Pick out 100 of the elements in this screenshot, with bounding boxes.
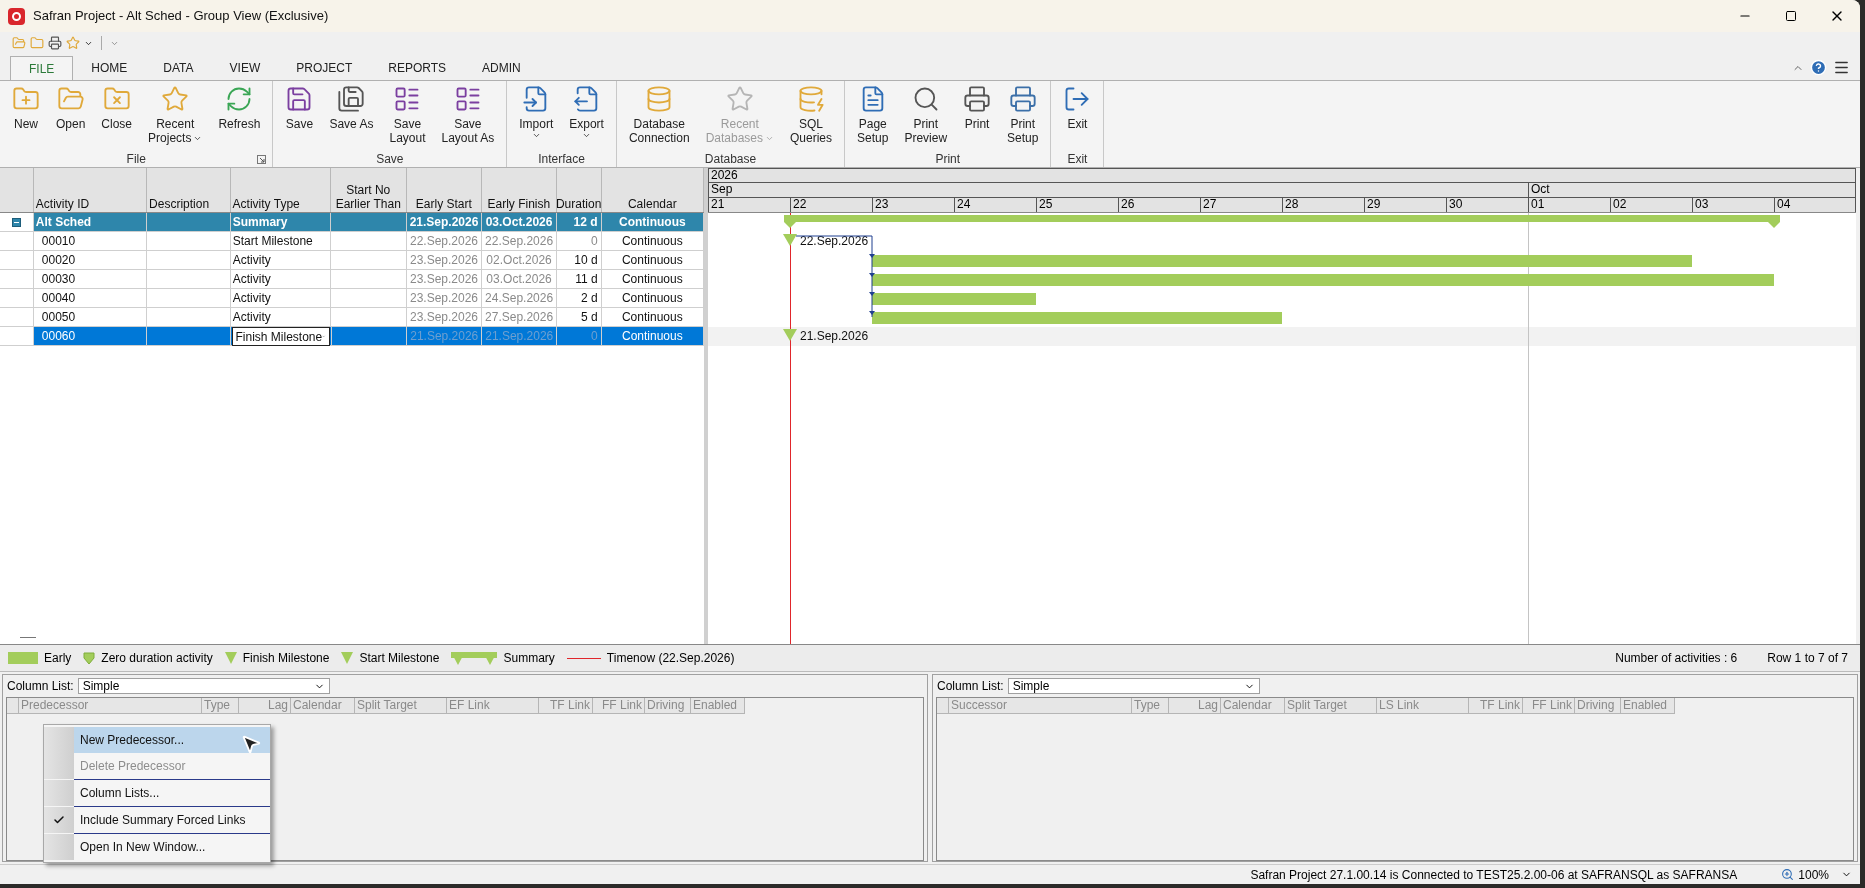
milestone-label: 22.Sep.2026 xyxy=(800,233,869,250)
ribbon-tab[interactable]: DATA xyxy=(145,56,212,80)
ribbon-group-label: Print xyxy=(935,151,961,168)
table-cell: 00010 xyxy=(41,234,76,248)
menu-item[interactable]: Column Lists... xyxy=(44,780,270,806)
column-header[interactable]: Activity Type xyxy=(230,168,331,212)
ribbon-button[interactable]: Save Layout xyxy=(381,81,434,151)
ribbon-button[interactable]: Print Setup xyxy=(999,81,1047,151)
ribbon-tab[interactable]: ADMIN xyxy=(464,56,539,80)
ribbon-button[interactable]: Save xyxy=(277,81,322,151)
row-range: Row 1 to 7 of 7 xyxy=(1767,650,1849,667)
column-header[interactable]: Activity ID xyxy=(33,168,148,212)
table-row[interactable]: 00020 Activity 23.Sep.2026 02.Oct.2026 10 d Continuous xyxy=(0,251,704,270)
ribbon-tab[interactable]: VIEW xyxy=(211,56,279,80)
menu-icon[interactable] xyxy=(1833,59,1850,76)
column-header[interactable]: Start No Earlier Than xyxy=(331,168,407,212)
table-cell: 23.Sep.2026 xyxy=(409,253,479,267)
activity-type-dropdown[interactable]: Finish Milestone xyxy=(231,327,330,346)
table-cell: Continuous xyxy=(621,234,683,248)
ribbon-tab[interactable]: HOME xyxy=(73,56,146,80)
ribbon-button[interactable]: Save Layout As xyxy=(433,81,503,151)
table-cell: Activity xyxy=(232,272,271,286)
printer-icon xyxy=(963,85,992,113)
ribbon-group-label: Save xyxy=(376,151,404,168)
table-row[interactable]: 00060 Finish Milestone 21.Sep.2026 21.Sep.2026 0 Continuous xyxy=(0,327,704,346)
ribbon-tab[interactable]: REPORTS xyxy=(370,56,465,80)
table-cell: 27.Sep.2026 xyxy=(485,310,554,324)
ribbon-tab[interactable]: FILE xyxy=(10,56,74,80)
ribbon-group-label: Exit xyxy=(1067,151,1088,168)
zoom-level[interactable]: 100% xyxy=(1798,865,1829,884)
milestone-icon xyxy=(224,652,237,664)
timeline-day: 23 xyxy=(875,197,889,211)
maximize-icon xyxy=(1785,10,1797,22)
table-cell: Summary xyxy=(232,215,288,229)
ribbon-group-label: Interface xyxy=(538,151,585,168)
activity-count: Number of activities : 6 xyxy=(1615,650,1738,667)
ribbon-button[interactable]: Exit xyxy=(1055,81,1100,151)
column-list-dropdown[interactable]: Simple xyxy=(77,678,330,694)
table-cell: Continuous xyxy=(621,310,683,324)
ribbon-button[interactable]: Page Setup xyxy=(849,81,897,151)
ribbon-button[interactable]: New xyxy=(4,81,48,151)
column-header[interactable]: Early Start xyxy=(406,168,483,212)
caret-icon xyxy=(531,131,541,140)
table-row[interactable]: 00040 Activity 23.Sep.2026 24.Sep.2026 2 d Continuous xyxy=(0,289,704,308)
early-bar-swatch xyxy=(8,652,38,664)
column-header[interactable]: Duration xyxy=(556,168,602,212)
ribbon-button[interactable]: Database Connection xyxy=(620,81,698,151)
caret-icon xyxy=(582,131,592,140)
timeline-day: 02 xyxy=(1613,197,1627,211)
timeline-day: 30 xyxy=(1449,197,1463,211)
menu-item[interactable]: New Predecessor... xyxy=(44,727,270,753)
column-header[interactable]: Description xyxy=(147,168,231,212)
status-text: Safran Project 27.1.00.14 is Connected to TEST25.2.00-06 at SAFRANSQL as SAFRANSA xyxy=(1250,866,1738,884)
table-cell: 00060 xyxy=(41,329,76,343)
ribbon-tab[interactable]: PROJECT xyxy=(278,56,371,80)
table-row[interactable]: 00050 Activity 23.Sep.2026 27.Sep.2026 5 d Continuous xyxy=(0,308,704,327)
column-list-label: Column List: xyxy=(937,678,1004,695)
ribbon-button[interactable]: Export xyxy=(561,81,612,151)
table-cell: Continuous xyxy=(622,329,683,343)
table-cell: 23.Sep.2026 xyxy=(409,310,479,324)
ribbon-button[interactable]: Import xyxy=(511,81,562,151)
ribbon-button[interactable]: Print Preview xyxy=(896,81,956,151)
table-cell: 23.Sep.2026 xyxy=(409,291,479,305)
ribbon-button[interactable]: Open xyxy=(48,81,94,151)
printer-icon[interactable] xyxy=(48,36,62,50)
table-cell: Continuous xyxy=(621,272,683,286)
timeline-day: 24 xyxy=(957,197,971,211)
timeline-day: 26 xyxy=(1121,197,1135,211)
ribbon-button[interactable]: SQL Queries xyxy=(782,81,841,151)
column-list-label: Column List: xyxy=(7,678,74,695)
table-row[interactable]: Alt Sched Summary 21.Sep.2026 03.Oct.2026 12 d Continuous xyxy=(0,213,704,232)
summary-swatch xyxy=(451,651,498,665)
table-row[interactable]: 00010 Start Milestone 22.Sep.2026 22.Sep.2026 0 Continuous xyxy=(0,232,704,251)
table-cell: Activity xyxy=(232,310,271,324)
ribbon-button[interactable]: Close xyxy=(93,81,141,151)
ribbon-button[interactable]: Refresh xyxy=(210,81,269,151)
menu-item[interactable]: Open In New Window... xyxy=(44,834,270,860)
collapse-icon[interactable] xyxy=(11,217,21,227)
timeline-day: 28 xyxy=(1285,197,1299,211)
ribbon-button[interactable]: Save As xyxy=(321,81,382,151)
table-row[interactable]: 00030 Activity 23.Sep.2026 03.Oct.2026 11 d Continuous xyxy=(0,270,704,289)
column-header[interactable]: Calendar xyxy=(601,168,704,212)
table-cell: 21.Sep.2026 xyxy=(485,329,554,343)
column-list-dropdown[interactable]: Simple xyxy=(1007,678,1260,694)
help-icon[interactable] xyxy=(1810,59,1827,76)
star-icon[interactable] xyxy=(66,36,80,50)
menu-item[interactable]: Include Summary Forced Links xyxy=(44,807,270,833)
table-cell: 21.Sep.2026 xyxy=(409,215,479,229)
column-header[interactable]: Early Finish xyxy=(482,168,557,212)
star-icon xyxy=(161,85,190,113)
app-logo-icon xyxy=(8,7,25,25)
ribbon-button[interactable]: Print xyxy=(955,81,1000,151)
timeline-day: 29 xyxy=(1367,197,1381,211)
table-cell: Activity xyxy=(232,253,271,267)
table-cell: 12 d xyxy=(573,215,598,229)
dialog-launcher-icon[interactable] xyxy=(257,155,267,164)
table-cell: 22.Sep.2026 xyxy=(409,234,479,248)
ribbon-button[interactable]: Recent Projects xyxy=(140,81,211,151)
legend-label: Timenow (22.Sep.2026) xyxy=(606,650,735,667)
save-icon xyxy=(337,85,366,113)
